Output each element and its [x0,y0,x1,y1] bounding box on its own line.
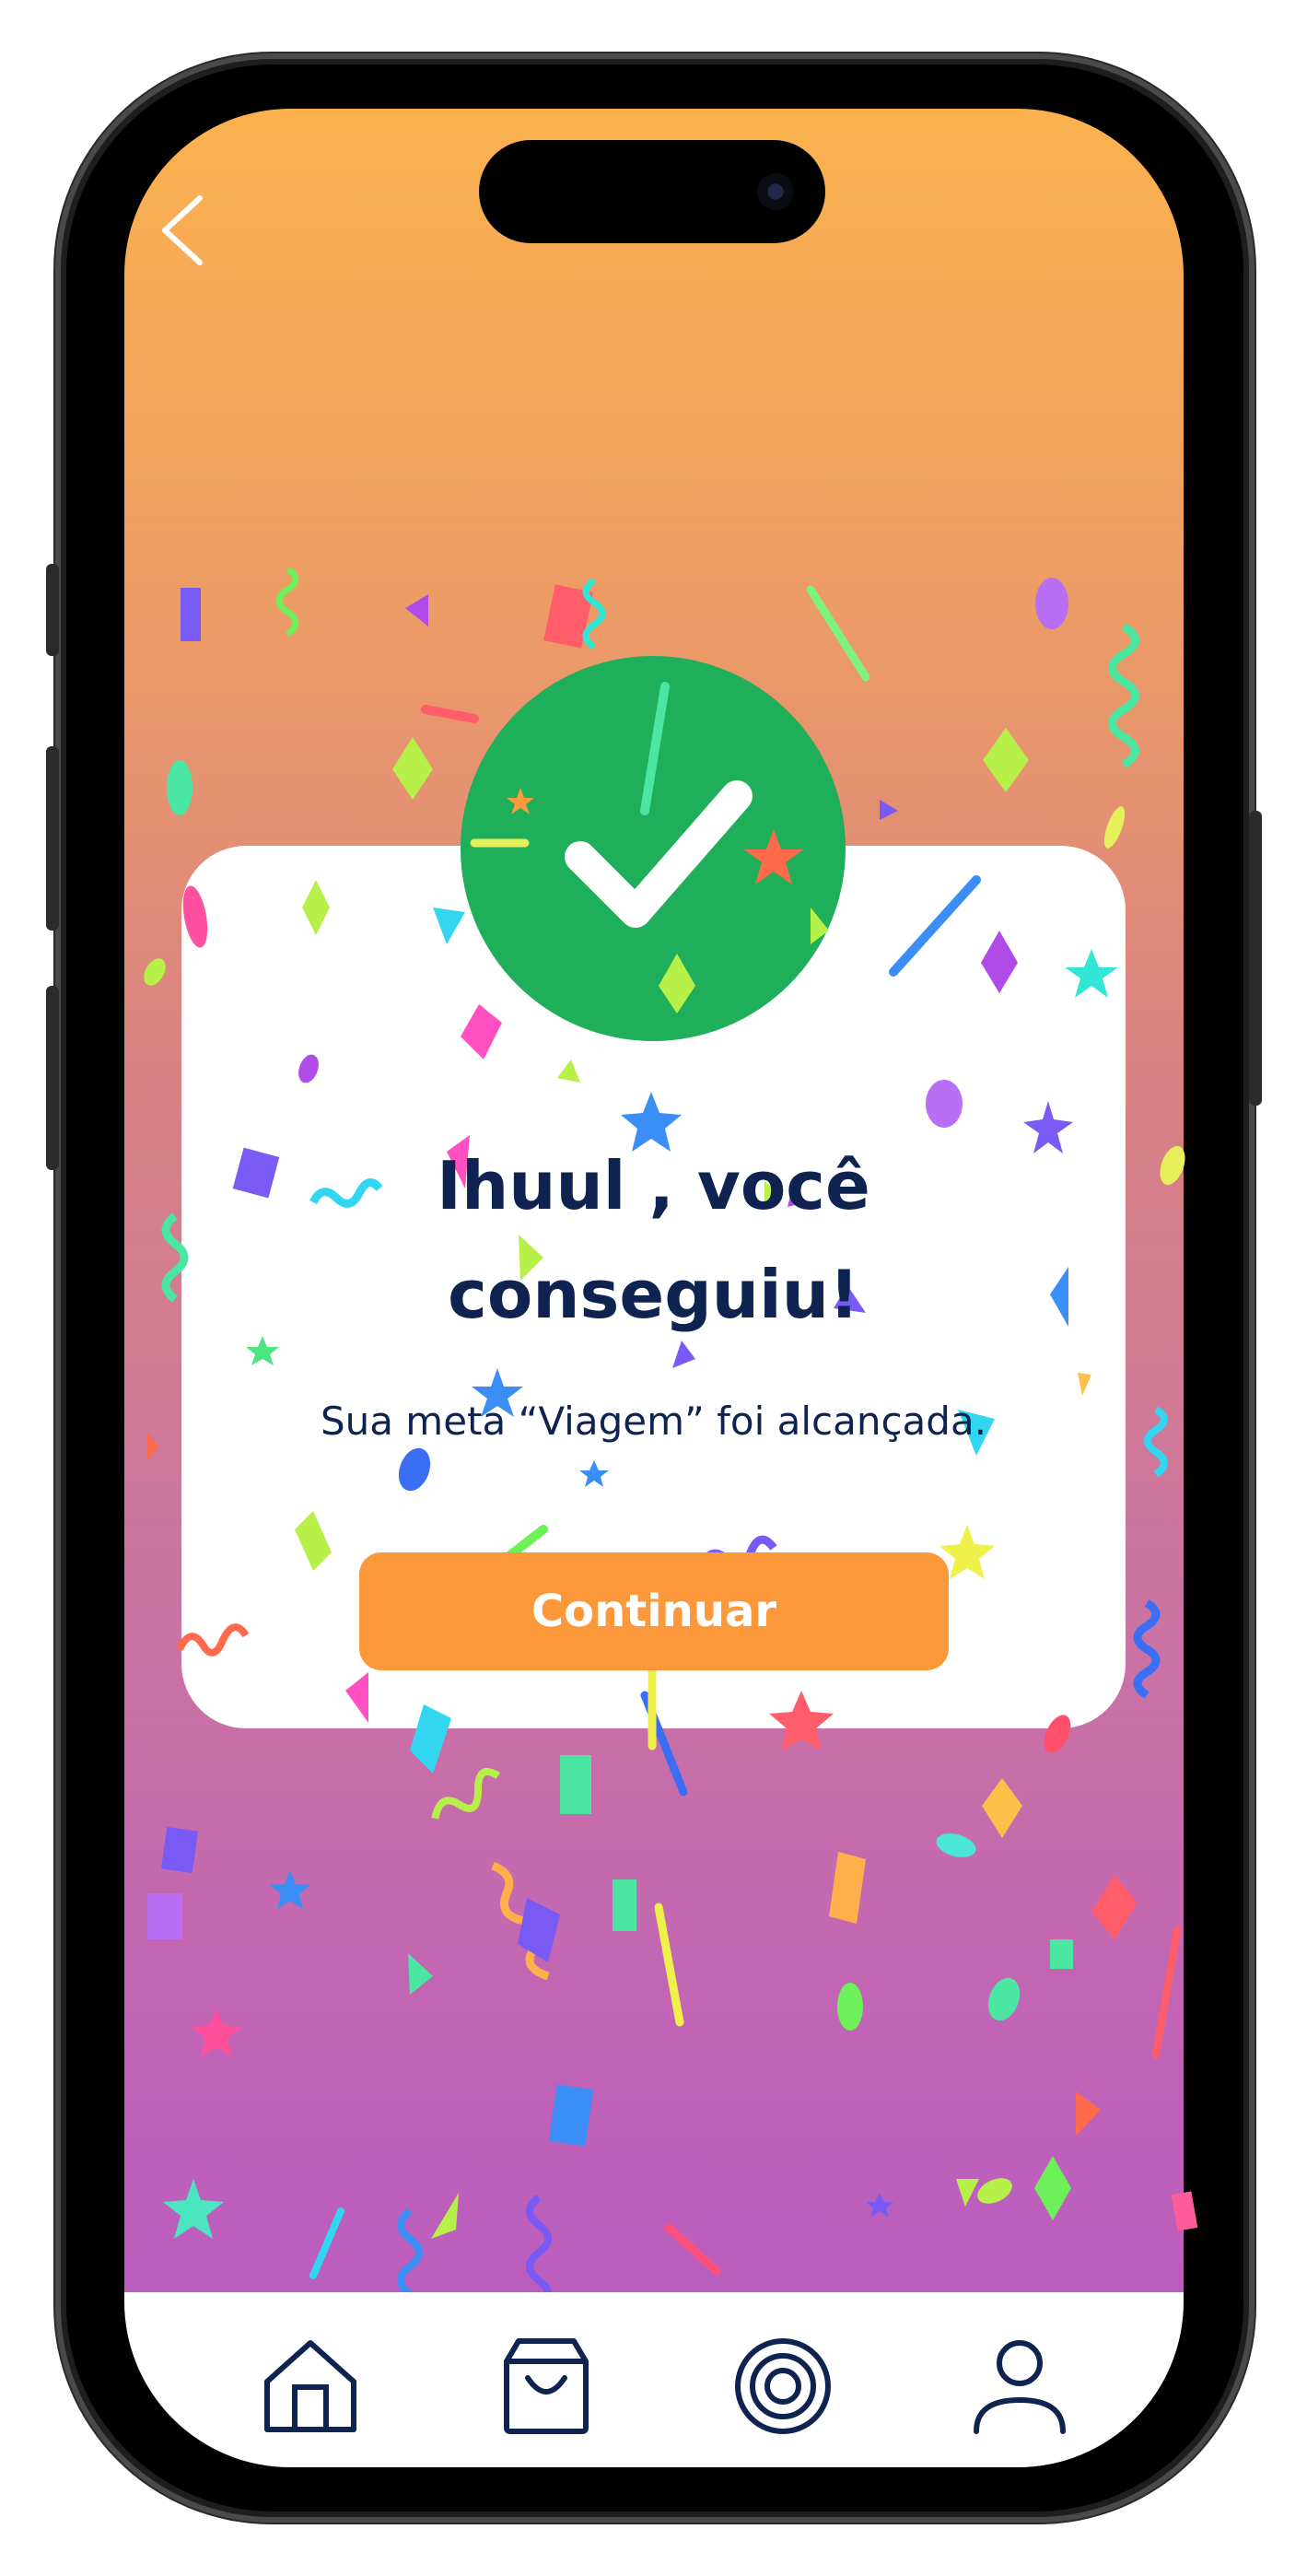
checkmark-icon [565,780,753,928]
shopping-bag-icon [504,2338,589,2434]
continue-button[interactable]: Continuar [359,1552,949,1670]
tab-goals[interactable] [728,2331,838,2441]
volume-down-button [46,986,59,1170]
back-button[interactable] [152,189,216,272]
home-icon [264,2340,356,2432]
power-button [1249,811,1262,1106]
success-title-line2: conseguiu! [448,1256,859,1333]
success-title-line1: Ihuul , você [437,1147,870,1224]
target-icon [735,2338,831,2434]
checkmark-circle-icon [461,656,846,1041]
success-title: Ihuul , você conseguiu! [181,1131,1126,1349]
action-button [46,564,59,656]
tab-profile[interactable] [964,2331,1075,2441]
volume-up-button [46,746,59,931]
camera-icon [757,173,794,210]
tab-home[interactable] [255,2331,366,2441]
success-message: Sua meta “Viagem” foi alcançada. [320,1399,987,1444]
profile-icon [974,2340,1066,2434]
dynamic-island [479,140,825,243]
chevron-left-icon [162,195,203,265]
tab-shop[interactable] [491,2331,601,2441]
